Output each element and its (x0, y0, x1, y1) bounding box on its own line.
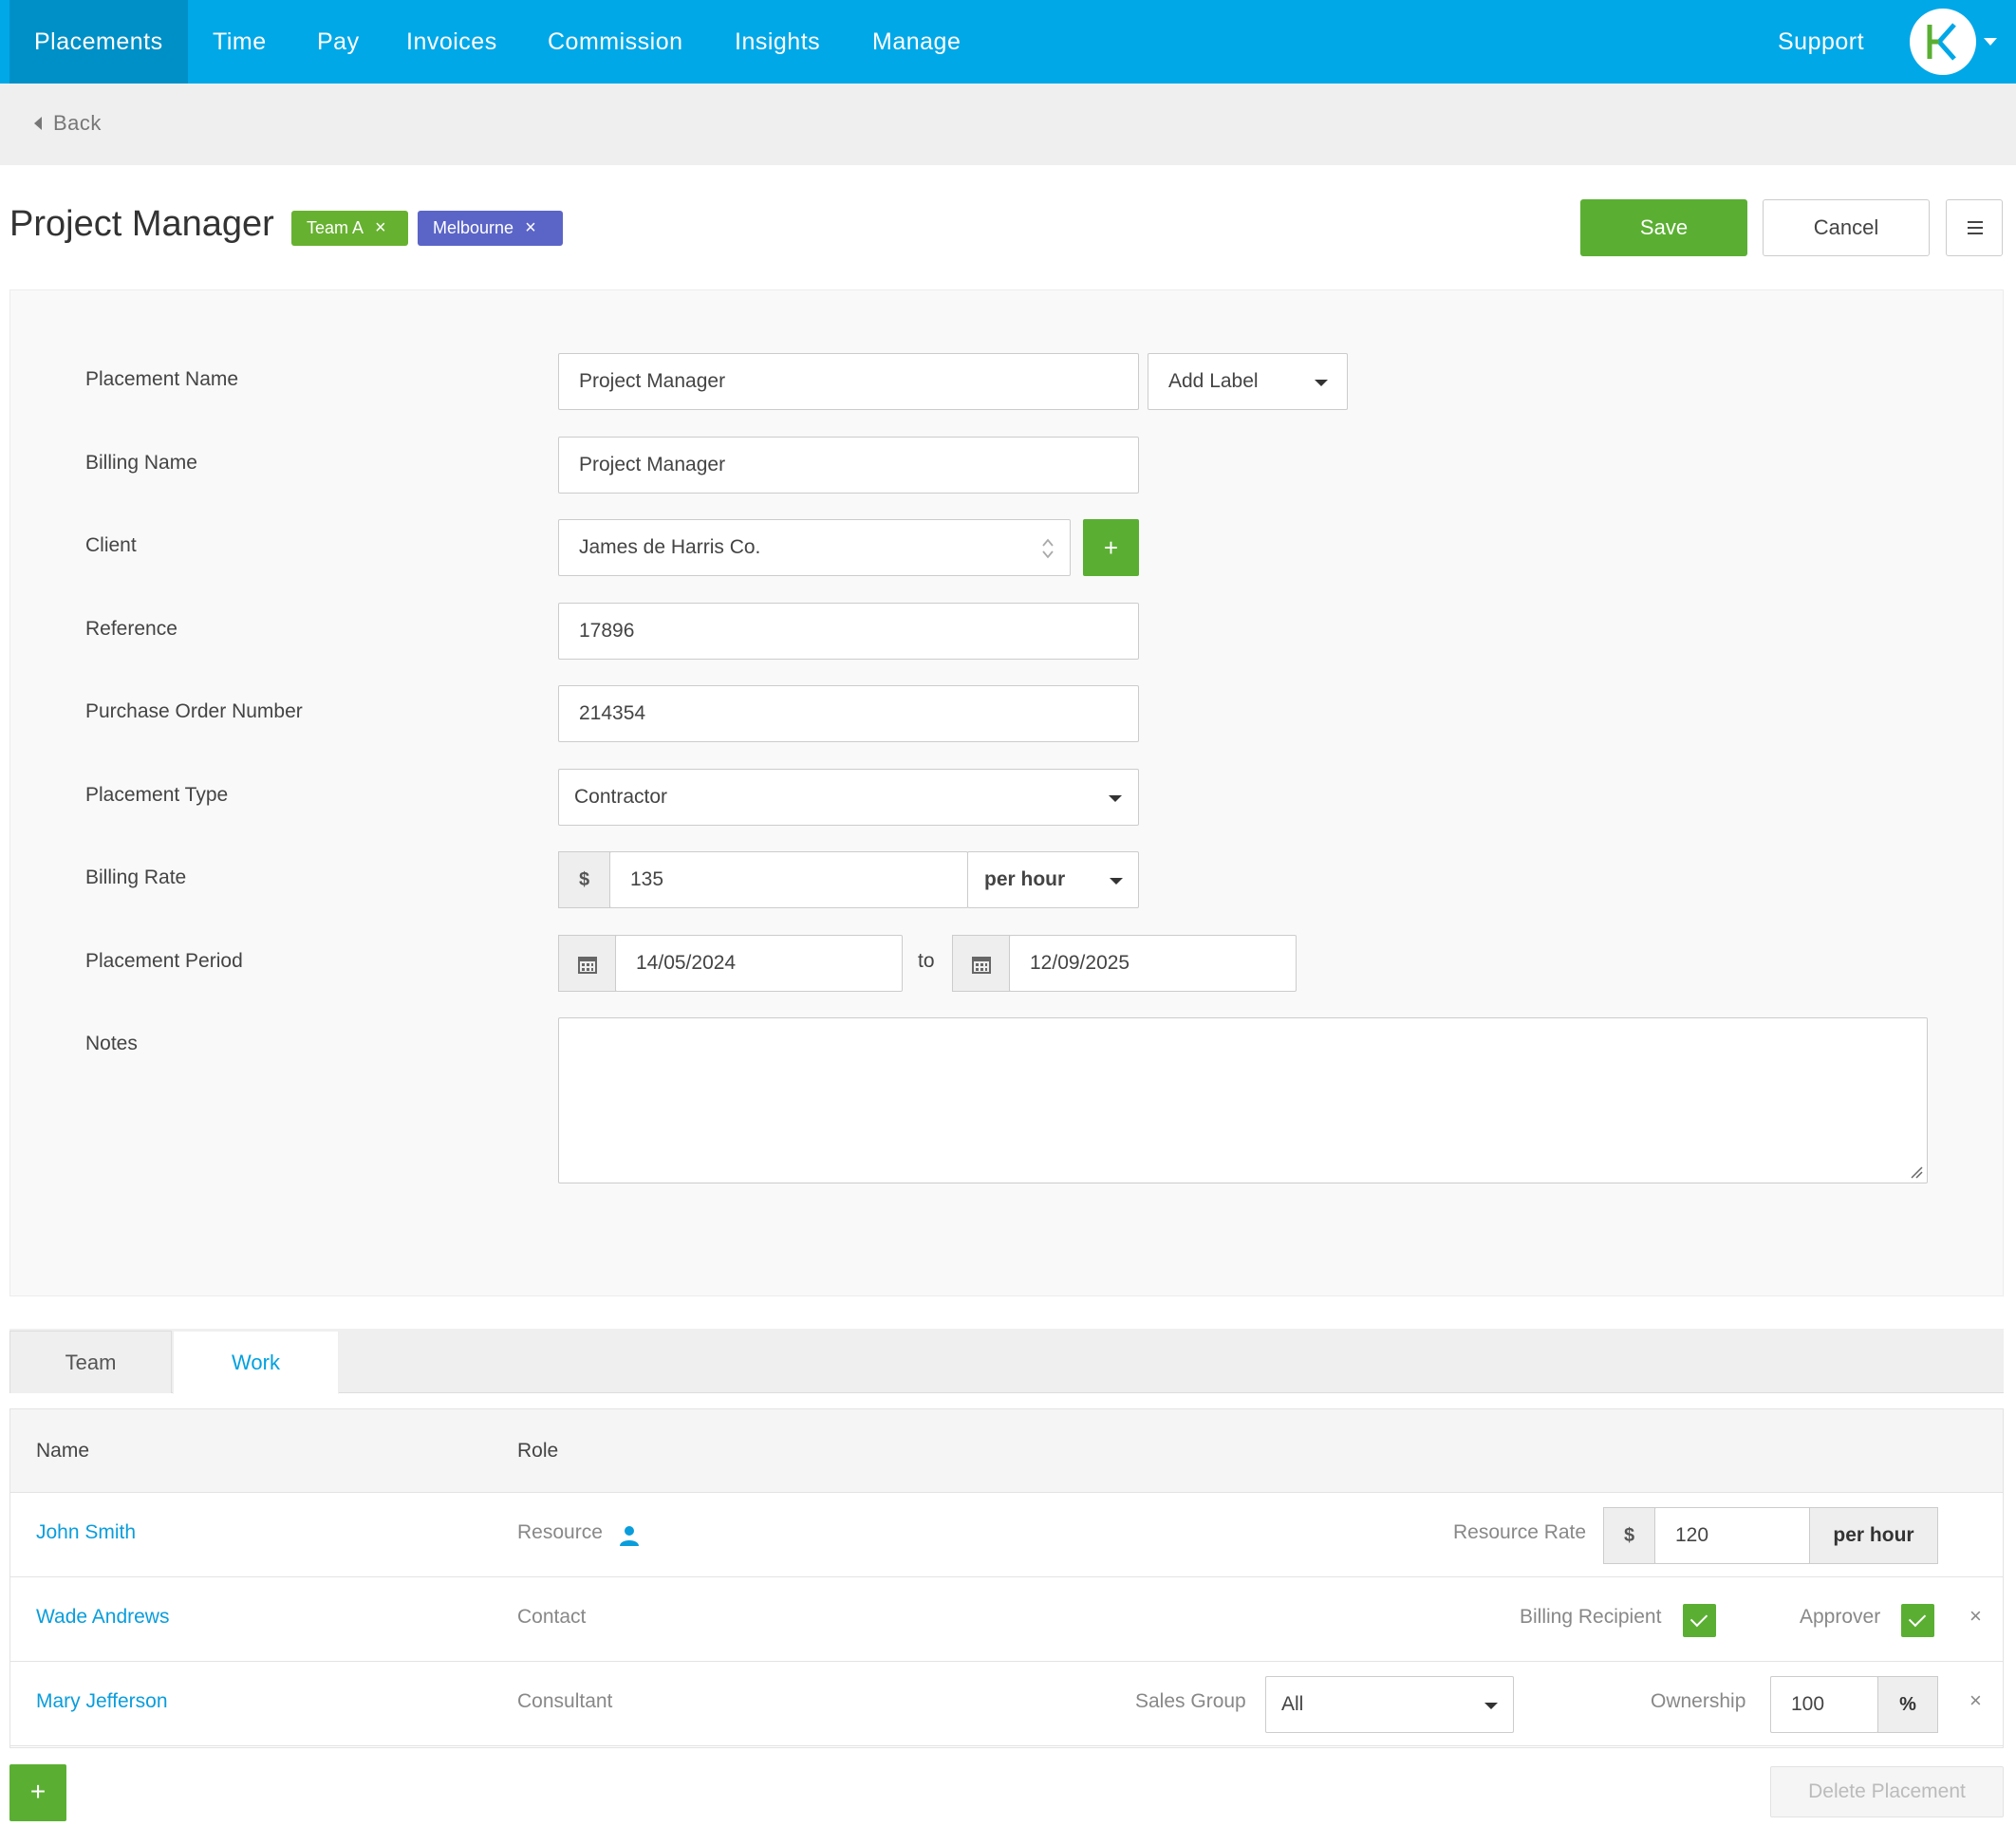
save-button[interactable]: Save (1580, 199, 1747, 256)
brand-logo-icon (1927, 23, 1956, 61)
back-label: Back (53, 111, 102, 135)
add-label-dropdown[interactable]: Add Label (1148, 353, 1348, 410)
member-role: Contact (517, 1606, 587, 1628)
billing-name-label: Billing Name (85, 452, 197, 474)
start-date-calendar[interactable] (558, 935, 616, 992)
billing-recipient-checkbox[interactable] (1683, 1604, 1716, 1637)
nav-commission[interactable]: Commission (523, 0, 708, 84)
client-label: Client (85, 534, 137, 556)
calendar-icon (972, 957, 991, 974)
notes-label: Notes (85, 1033, 138, 1054)
sales-group-value: All (1281, 1693, 1304, 1715)
currency-addon: $ (558, 851, 610, 908)
add-label-text: Add Label (1168, 370, 1259, 392)
tag-label: Melbourne (433, 218, 514, 237)
resource-rate-input[interactable]: 120 (1654, 1507, 1820, 1564)
tag-melbourne: Melbourne × (418, 211, 563, 246)
resize-handle-icon[interactable] (1910, 1165, 1923, 1179)
hamburger-icon (1968, 221, 1983, 234)
tag-team-a: Team A × (291, 211, 408, 246)
chevron-down-icon (1110, 878, 1123, 885)
tab-team[interactable]: Team (9, 1331, 172, 1393)
add-client-button[interactable]: + (1083, 519, 1139, 576)
nav-invoices[interactable]: Invoices (382, 0, 522, 84)
percent-addon: % (1877, 1676, 1938, 1733)
placement-type-value: Contractor (574, 786, 668, 808)
remove-tag-icon[interactable]: × (525, 211, 536, 246)
tag-label: Team A (307, 218, 364, 237)
end-date-calendar[interactable] (952, 935, 1010, 992)
placement-name-input[interactable]: Project Manager (558, 353, 1139, 410)
rate-unit-value: per hour (984, 868, 1066, 890)
sales-group-select[interactable]: All (1265, 1676, 1514, 1733)
back-link[interactable]: Back (34, 111, 102, 136)
placement-name-label: Placement Name (85, 368, 239, 390)
nav-manage[interactable]: Manage (848, 0, 985, 84)
reference-label: Reference (85, 618, 177, 640)
person-icon (620, 1526, 639, 1546)
rate-unit-select[interactable]: per hour (967, 851, 1139, 908)
nav-pay[interactable]: Pay (292, 0, 384, 84)
member-role: Resource (517, 1521, 603, 1543)
approver-label: Approver (1800, 1606, 1881, 1628)
top-navigation-bar: Placements Time Pay Invoices Commission … (0, 0, 2016, 84)
currency-addon: $ (1603, 1507, 1655, 1564)
member-role: Consultant (517, 1690, 613, 1712)
billing-name-input[interactable]: Project Manager (558, 437, 1139, 494)
table-header: Name Role (10, 1408, 2003, 1493)
resource-rate-label: Resource Rate (1453, 1521, 1587, 1543)
nav-support[interactable]: Support (1753, 0, 1889, 84)
billing-recipient-label: Billing Recipient (1520, 1606, 1662, 1628)
sales-group-label: Sales Group (1135, 1690, 1246, 1712)
back-bar: Back (0, 84, 2016, 165)
table-row: Mary Jefferson Consultant Sales Group Al… (10, 1662, 2003, 1746)
placement-type-label: Placement Type (85, 784, 229, 806)
remove-tag-icon[interactable]: × (375, 211, 386, 246)
nav-placements[interactable]: Placements (9, 0, 188, 84)
end-date-input[interactable]: 12/09/2025 (1009, 935, 1297, 992)
remove-member-icon[interactable]: × (1969, 1688, 1982, 1713)
back-caret-icon (34, 117, 42, 130)
chevron-down-icon (1315, 380, 1328, 386)
sort-updown-icon (1042, 538, 1054, 559)
period-to-label: to (918, 950, 935, 972)
user-menu-caret-icon[interactable] (1984, 38, 1997, 46)
client-select[interactable]: James de Harris Co. (558, 519, 1071, 576)
member-name-link[interactable]: Mary Jefferson (36, 1690, 168, 1713)
column-header-name: Name (36, 1440, 90, 1462)
nav-insights[interactable]: Insights (710, 0, 845, 84)
delete-placement-button[interactable]: Delete Placement (1770, 1766, 2004, 1817)
tab-work[interactable]: Work (173, 1331, 339, 1394)
placement-type-select[interactable]: Contractor (558, 769, 1139, 826)
placement-period-label: Placement Period (85, 950, 243, 972)
approver-checkbox[interactable] (1901, 1604, 1934, 1637)
team-table: Name Role John Smith Resource Resource R… (9, 1408, 2004, 1748)
nav-time[interactable]: Time (188, 0, 291, 84)
table-row: Wade Andrews Contact Billing Recipient A… (10, 1577, 2003, 1662)
more-menu-button[interactable] (1946, 199, 2003, 256)
ownership-input[interactable]: 100 (1770, 1676, 1878, 1733)
chevron-down-icon (1109, 795, 1122, 802)
po-number-input[interactable]: 214354 (558, 685, 1139, 742)
table-row: John Smith Resource Resource Rate $ 120 … (10, 1493, 2003, 1577)
page-title: Project Manager (9, 204, 274, 244)
billing-rate-input[interactable]: 135 (609, 851, 968, 908)
remove-member-icon[interactable]: × (1969, 1604, 1982, 1629)
chevron-down-icon (1484, 1703, 1498, 1709)
add-team-member-button[interactable]: + (9, 1764, 66, 1821)
calendar-icon (578, 957, 597, 974)
po-number-label: Purchase Order Number (85, 700, 303, 722)
notes-textarea[interactable] (558, 1017, 1928, 1183)
member-name-link[interactable]: Wade Andrews (36, 1606, 169, 1629)
client-value: James de Harris Co. (579, 536, 761, 558)
start-date-input[interactable]: 14/05/2024 (615, 935, 903, 992)
ownership-label: Ownership (1651, 1690, 1746, 1712)
reference-input[interactable]: 17896 (558, 603, 1139, 660)
cancel-button[interactable]: Cancel (1763, 199, 1930, 256)
column-header-role: Role (517, 1440, 559, 1462)
member-name-link[interactable]: John Smith (36, 1521, 136, 1544)
billing-rate-label: Billing Rate (85, 866, 187, 888)
user-avatar[interactable] (1910, 9, 1976, 75)
resource-rate-unit: per hour (1809, 1507, 1938, 1564)
